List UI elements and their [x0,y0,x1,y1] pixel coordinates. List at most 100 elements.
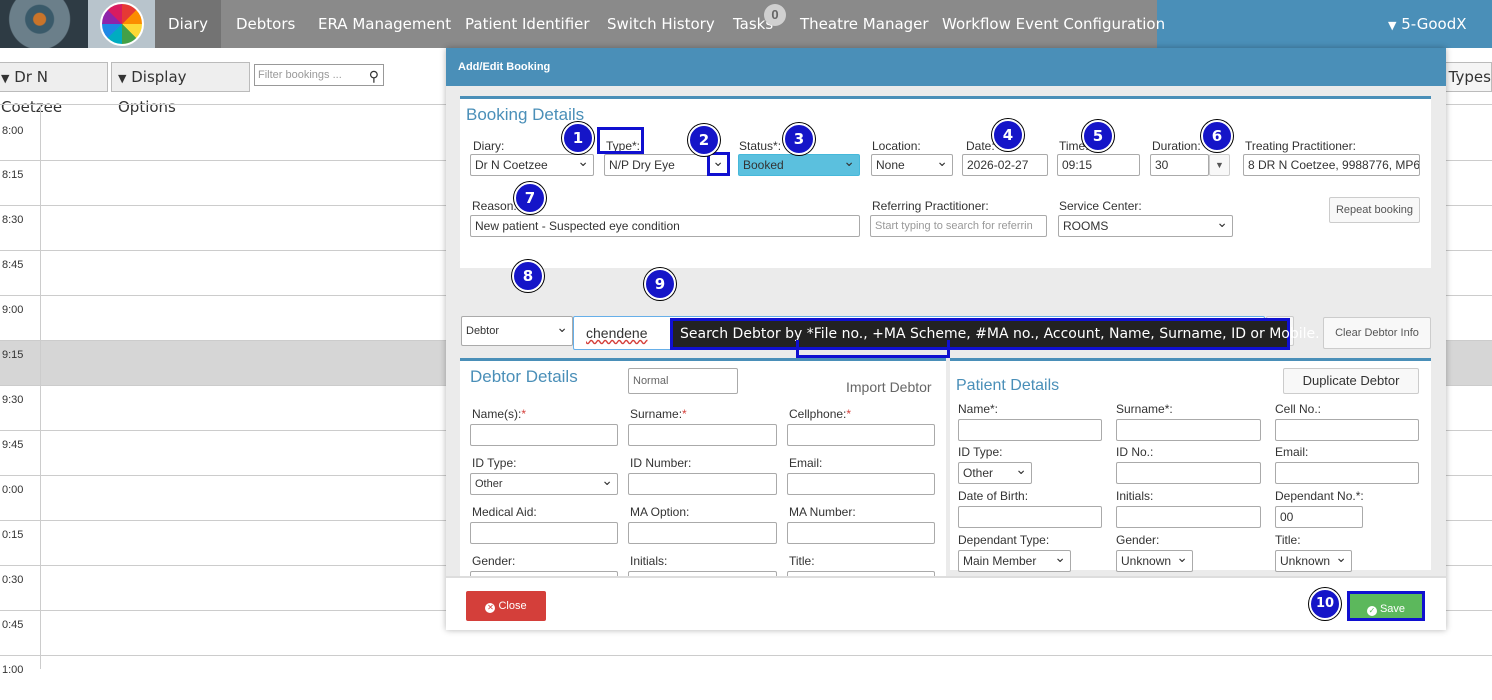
patient-surname-input[interactable] [1116,419,1261,441]
caret-down-icon: ▼ [118,72,127,85]
debtor-ma-number-input[interactable] [787,522,935,544]
patient-initials-input[interactable] [1116,506,1261,528]
repeat-booking-button[interactable]: Repeat booking [1329,197,1420,223]
debtor-email-input[interactable] [787,473,935,495]
patient-gender-label: Gender: [1116,533,1160,547]
nav-workflow-event-configuration[interactable]: Workflow Event Configuration [942,0,1165,48]
clear-debtor-info-button[interactable]: Clear Debtor Info [1323,317,1431,349]
date-label: Date: [966,139,995,153]
debtor-surname-input[interactable] [628,424,777,446]
dependant-type-select[interactable]: Main Member [958,550,1071,572]
date-of-birth-input[interactable] [958,506,1102,528]
dependant-type-label: Dependant Type: [958,533,1050,547]
referring-practitioner-label: Referring Practitioner: [872,199,989,213]
nav-diary[interactable]: Diary [155,0,221,48]
patient-initials-label: Initials: [1116,489,1154,503]
import-debtor-highlight [796,340,950,358]
patient-email-label: Email: [1275,445,1309,459]
import-debtor-tab[interactable]: Import Debtor [846,379,932,395]
time-label: 9:15 [2,349,24,361]
patient-id-type-select[interactable]: Other [958,462,1032,484]
dependant-no-input[interactable]: 00 [1275,506,1363,528]
location-select[interactable]: None [871,154,953,176]
debtor-mode-select[interactable]: Normal [628,368,738,394]
patient-email-input[interactable] [1275,462,1419,484]
time-label: 0:30 [2,574,24,586]
patient-name-label: Name*: [958,402,999,416]
marker-2: 2 [688,124,720,156]
top-navbar: Diary Debtors ERA Management Patient Ide… [0,0,1492,83]
patient-id-no-input[interactable] [1116,462,1261,484]
debtor-ma-option-input[interactable] [628,522,777,544]
patient-cell-label: Cell No.: [1275,402,1322,416]
filter-placeholder: Filter bookings ... [258,69,342,81]
duration-dropdown-button[interactable]: ▼ [1209,154,1230,176]
doctor-selector[interactable]: ▼ Dr N Coetzee [0,62,108,116]
time-label: 1:00 [2,664,24,676]
nav-era-management[interactable]: ERA Management [318,0,451,48]
nav-theatre-manager[interactable]: Theatre Manager [800,0,929,48]
patient-title-select[interactable]: Unknown [1275,550,1352,572]
search-icon[interactable]: ⚲ [369,66,379,86]
search-mode-select[interactable]: Debtor [461,316,573,346]
service-center-select[interactable]: ROOMS [1058,215,1233,237]
email-label: Email: [789,456,823,470]
nav-debtors[interactable]: Debtors [236,0,295,48]
caret-down-icon: ▼ [1388,19,1397,32]
debtor-id-number-input[interactable] [628,473,777,495]
gender-label: Gender: [472,554,516,568]
debtor-medical-aid-input[interactable] [470,522,618,544]
patient-gender-select[interactable]: Unknown [1116,550,1193,572]
time-input[interactable]: 09:15 [1057,154,1140,176]
booking-details-panel: Booking Details Diary: Dr N Coetzee Type… [460,96,1431,268]
referring-practitioner-input[interactable]: Start typing to search for referrin [870,215,1047,237]
nav-switch-history[interactable]: Switch History [607,0,715,48]
debtor-cellphone-input[interactable] [787,424,935,446]
time-label: 8:45 [2,259,24,271]
names-label-text: Name(s): [472,407,522,421]
patient-cell-input[interactable] [1275,419,1419,441]
eye-logo[interactable] [0,0,88,48]
patient-details-title: Patient Details [956,377,1060,394]
diary-select[interactable]: Dr N Coetzee [470,154,594,176]
duplicate-debtor-button[interactable]: Duplicate Debtor [1283,368,1419,394]
caret-down-icon: ▼ [1,72,10,85]
tasks-count-badge: 0 [764,4,786,26]
marker-3: 3 [783,123,815,155]
caret-down-icon: ▼ [1215,160,1224,170]
date-of-birth-label: Date of Birth: [958,489,1029,503]
patient-id-type-label: ID Type: [958,445,1003,459]
type-label-highlight [597,127,644,154]
time-label: 0:00 [2,484,24,496]
filter-bookings-input[interactable]: Filter bookings ... ⚲ [254,64,384,86]
medical-aid-label: Medical Aid: [472,505,537,519]
debtor-id-type-select[interactable]: Other [470,473,618,495]
status-label: Status*: [739,139,782,153]
type-dropdown-highlight [707,152,730,176]
dependant-no-label: Dependant No.*: [1275,489,1364,503]
save-button[interactable]: ✓ Save [1347,591,1425,621]
debtor-names-input[interactable] [470,424,618,446]
id-number-label: ID Number: [630,456,692,470]
treating-practitioner-input[interactable]: 8 DR N Coetzee, 9988776, MP6 [1243,154,1420,176]
surname-label-text: Surname: [630,407,683,421]
location-label: Location: [872,139,921,153]
status-select[interactable]: Booked [738,154,860,176]
display-options-button[interactable]: ▼ Display Options [111,62,250,116]
time-row[interactable]: 1:00 [0,655,1492,700]
color-wheel-logo[interactable] [88,0,155,48]
patient-surname-label: Surname*: [1116,402,1173,416]
date-input[interactable]: 2026-02-27 [962,154,1048,176]
patient-name-input[interactable] [958,419,1102,441]
reason-textarea[interactable]: New patient - Suspected eye condition [470,215,860,237]
marker-8: 8 [512,260,544,292]
nav-patient-identifier[interactable]: Patient Identifier [465,0,590,48]
marker-1: 1 [562,122,594,154]
time-label: 8:30 [2,214,24,226]
check-circle-icon: ✓ [1366,606,1377,616]
booking-details-title: Booking Details [466,105,585,124]
user-menu[interactable]: ▼ 5-GoodX Eye [1388,0,1492,83]
duration-input[interactable]: 30 [1150,154,1209,176]
time-label: 0:45 [2,619,24,631]
close-button[interactable]: ✕ Close [466,591,546,621]
